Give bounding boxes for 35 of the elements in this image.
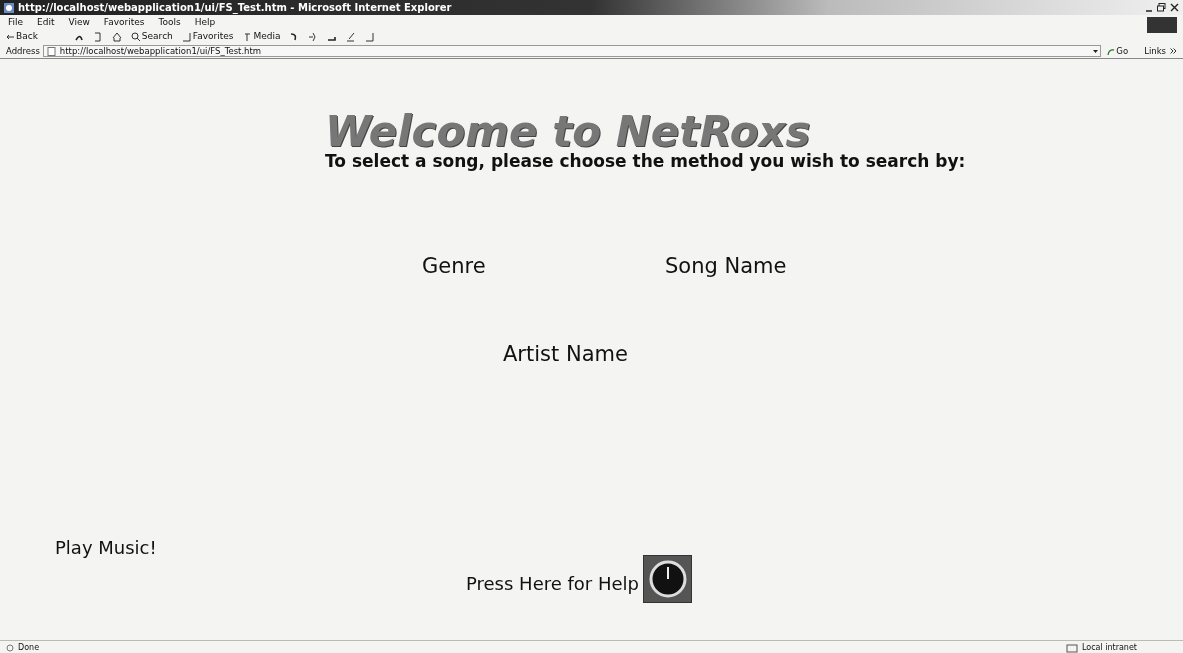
song-name-link[interactable]: Song Name bbox=[665, 250, 787, 283]
clock-icon bbox=[647, 558, 688, 599]
go-button[interactable]: Go bbox=[1116, 44, 1129, 58]
logo-icon bbox=[1147, 17, 1177, 33]
help-text: Press Here for Help bbox=[466, 571, 639, 596]
status-text: Done bbox=[18, 642, 40, 653]
menu-item[interactable]: Favorites bbox=[103, 15, 145, 30]
address-field[interactable]: http://localhost/webapplication1/ui/FS_Test.htm bbox=[42, 45, 1102, 57]
menu-item[interactable]: Edit bbox=[37, 15, 55, 30]
back-arrow-icon bbox=[6, 32, 15, 42]
links-button[interactable]: Links bbox=[1144, 44, 1166, 58]
menu-item[interactable]: Tools bbox=[158, 15, 181, 30]
edit-icon[interactable] bbox=[346, 32, 357, 42]
toolbar-button[interactable]: Media bbox=[242, 30, 281, 44]
artist-name-link[interactable]: Artist Name bbox=[503, 339, 628, 371]
toolbar-button[interactable]: Favorites bbox=[181, 30, 234, 44]
genre-link[interactable]: Genre bbox=[422, 250, 665, 283]
zone-text: Local intranet bbox=[1081, 642, 1137, 653]
address-label: Address bbox=[6, 44, 40, 58]
help-button[interactable] bbox=[643, 554, 692, 603]
menu-item[interactable]: File bbox=[8, 15, 24, 30]
window-title: http://localhost/webapplication1/ui/FS_Test.htm - Microsoft Internet Explorer bbox=[18, 1, 452, 15]
instruction-text: To select a song, please choose the method you wish to search by: bbox=[325, 151, 966, 172]
chevron-icon[interactable] bbox=[1170, 48, 1177, 54]
intranet-icon bbox=[1065, 643, 1078, 653]
restore-icon[interactable] bbox=[1157, 3, 1166, 12]
menu-item[interactable]: View bbox=[68, 15, 90, 30]
close-icon[interactable] bbox=[1170, 3, 1179, 12]
menu-item[interactable]: Help bbox=[194, 15, 216, 30]
toolbar-button[interactable]: Search bbox=[130, 30, 173, 44]
browser-icon bbox=[4, 2, 14, 13]
home-icon[interactable] bbox=[111, 32, 122, 42]
back-button[interactable]: Back bbox=[6, 30, 38, 44]
play-music-link[interactable]: Play Music! bbox=[55, 536, 157, 558]
search-icon bbox=[130, 32, 141, 42]
